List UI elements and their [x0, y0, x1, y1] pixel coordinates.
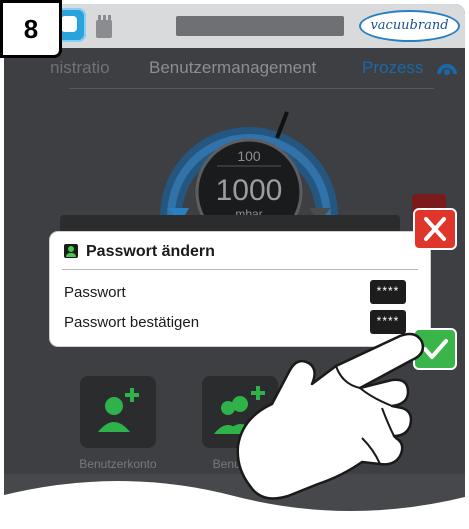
vacuubrand-logo: vacuubrand [359, 10, 460, 42]
menu-icon [61, 16, 77, 32]
top-bar: vacuubrand [4, 4, 465, 48]
add-user-icon [98, 388, 139, 432]
confirm-password-label: Passwort bestätigen [64, 314, 200, 331]
nav-current-title: Benutzermanagement [149, 58, 317, 77]
close-icon [424, 217, 446, 241]
device-title-bar [176, 16, 344, 36]
process-arrow-icon[interactable] [437, 61, 457, 75]
nav-underline [69, 88, 434, 89]
network-icon [93, 12, 115, 38]
nav-process-tab[interactable]: Prozess [362, 58, 423, 78]
dialog-title: Passwort ändern [64, 238, 215, 266]
nav-administration-tab[interactable]: nistratio [50, 58, 110, 78]
user-icon [64, 244, 78, 258]
navigation-bar: nistratio Benutzermanagement Prozess [4, 48, 465, 86]
password-field[interactable]: **** [370, 280, 406, 304]
step-number-badge: 8 [0, 0, 62, 58]
gauge-value: 1000 [216, 174, 283, 207]
cancel-button[interactable] [413, 208, 457, 250]
dialog-title-text: Passwort ändern [86, 243, 215, 260]
pointing-hand-icon [236, 332, 425, 500]
tile-create-user-account[interactable] [80, 376, 156, 448]
gauge-setpoint: 100 [237, 148, 261, 164]
dialog-separator [62, 269, 418, 270]
password-label: Passwort [64, 284, 126, 301]
